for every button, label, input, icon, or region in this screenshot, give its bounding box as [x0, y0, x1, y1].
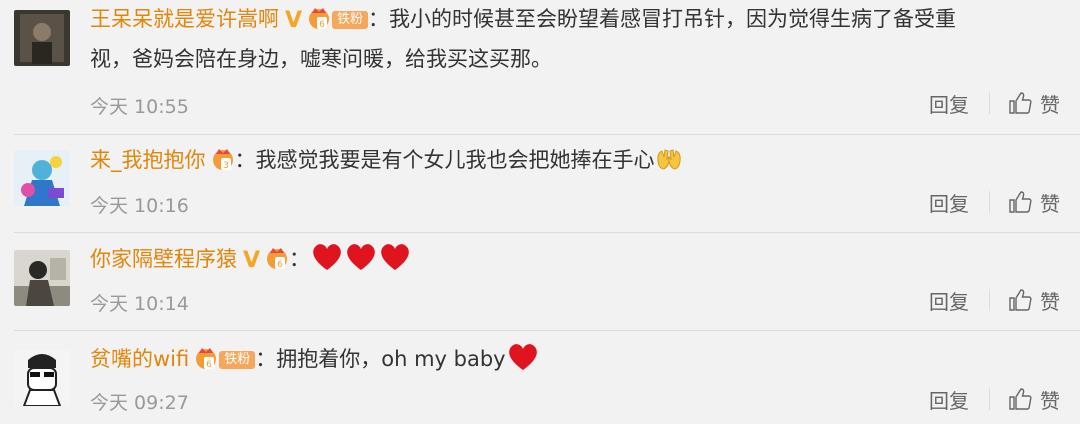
comment-text: 王呆呆就是爱许嵩啊 V 6 铁粉 ：我小的时候甚至会盼望着感冒打吊针，因为觉得生病了备受… — [90, 0, 1040, 78]
avatar[interactable] — [14, 250, 70, 306]
comment-actions: 回复 赞 — [929, 88, 1060, 118]
crown-badge-icon: 3 — [212, 149, 233, 171]
separator: ： — [289, 247, 311, 271]
crown-badge-icon: 6 — [309, 8, 330, 30]
divider — [989, 388, 990, 410]
avatar[interactable] — [14, 350, 70, 406]
svg-text:6: 6 — [277, 260, 283, 270]
verified-v-icon: V — [285, 8, 303, 33]
thumbs-up-icon[interactable] — [1008, 387, 1032, 411]
thumbs-up-icon[interactable] — [1008, 91, 1032, 115]
svg-text:6: 6 — [319, 20, 325, 30]
fan-badge: 铁粉 — [332, 11, 369, 29]
separator: ： — [255, 347, 277, 371]
comment-list: 王呆呆就是爱许嵩啊 V 6 铁粉 ：我小的时候甚至会盼望着感冒打吊针，因为觉得生病了备受… — [0, 0, 1080, 424]
comment-body-continued: 视，爸妈会陪在身边，嘘寒问暖，给我买这买那。 — [90, 47, 552, 71]
username[interactable]: 你家隔壁程序猿 — [90, 247, 237, 271]
reply-button[interactable]: 回复 — [929, 385, 969, 414]
comment-divider — [14, 330, 1080, 331]
comment-time: 今天 10:16 — [90, 195, 189, 217]
divider — [989, 289, 990, 311]
avatar[interactable] — [14, 150, 70, 206]
crown-badge-icon: 6 — [196, 348, 217, 370]
comment-text: 贫嘴的wifi 6 铁粉 ：拥抱着你，oh my baby — [90, 340, 1040, 378]
divider — [989, 191, 990, 213]
comment-divider — [14, 134, 1080, 135]
comment-body: 拥抱着你，oh my baby — [276, 347, 506, 371]
heart-emoji-icon — [313, 244, 341, 270]
comment-actions: 回复 赞 — [929, 187, 1060, 217]
svg-text:6: 6 — [206, 360, 212, 370]
reply-button[interactable]: 回复 — [929, 286, 969, 315]
username[interactable]: 贫嘴的wifi — [90, 347, 189, 371]
thumbs-up-icon[interactable] — [1008, 190, 1032, 214]
verified-v-icon: V — [243, 248, 261, 273]
clapping-hands-emoji-icon — [656, 149, 681, 170]
divider — [989, 92, 990, 114]
heart-emoji-icon — [381, 244, 409, 270]
comment-time: 今天 09:27 — [90, 392, 189, 414]
comment-time: 今天 10:55 — [90, 96, 189, 118]
avatar[interactable] — [14, 10, 70, 66]
separator: ： — [234, 148, 256, 172]
separator: ： — [368, 7, 390, 31]
comment-actions: 回复 赞 — [929, 285, 1060, 315]
heart-emoji-icon — [508, 344, 537, 370]
comment-divider — [14, 232, 1080, 233]
username[interactable]: 来_我抱抱你 — [90, 148, 206, 172]
crown-badge-icon: 6 — [267, 248, 288, 270]
comment-text: 来_我抱抱你 3 ：我感觉我要是有个女儿我也会把她捧在手心 — [90, 141, 1040, 179]
reply-button[interactable]: 回复 — [929, 89, 969, 118]
like-button[interactable]: 赞 — [1040, 385, 1060, 414]
reply-button[interactable]: 回复 — [929, 188, 969, 217]
comment-time: 今天 10:14 — [90, 293, 189, 315]
username[interactable]: 王呆呆就是爱许嵩啊 — [90, 7, 279, 31]
like-button[interactable]: 赞 — [1040, 188, 1060, 217]
like-button[interactable]: 赞 — [1040, 286, 1060, 315]
thumbs-up-icon[interactable] — [1008, 288, 1032, 312]
heart-emoji-icon — [347, 244, 375, 270]
fan-badge: 铁粉 — [219, 351, 256, 369]
svg-text:3: 3 — [223, 161, 229, 171]
comment-body: 我小的时候甚至会盼望着感冒打吊针，因为觉得生病了备受重 — [389, 7, 957, 31]
like-button[interactable]: 赞 — [1040, 89, 1060, 118]
comment-actions: 回复 赞 — [929, 384, 1060, 414]
comment-text: 你家隔壁程序猿 V 6 ： — [90, 240, 1040, 280]
comment-body: 我感觉我要是有个女儿我也会把她捧在手心 — [255, 148, 655, 172]
